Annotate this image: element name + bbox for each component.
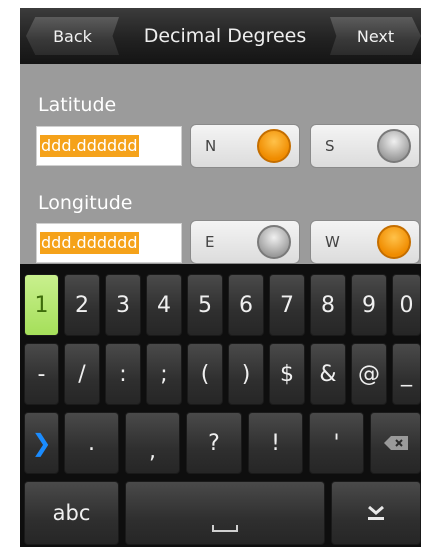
- next-button[interactable]: Next: [330, 17, 421, 55]
- key-apostrophe[interactable]: ': [309, 412, 364, 474]
- key-0[interactable]: 0: [392, 274, 421, 336]
- north-label: N: [205, 137, 217, 155]
- longitude-east-toggle[interactable]: E: [190, 220, 300, 264]
- east-label: E: [205, 233, 215, 251]
- key-2[interactable]: 2: [64, 274, 100, 336]
- key-exclamation[interactable]: !: [248, 412, 303, 474]
- key-7[interactable]: 7: [269, 274, 305, 336]
- key-period[interactable]: .: [64, 412, 119, 474]
- longitude-west-toggle[interactable]: W: [310, 220, 420, 264]
- key-8[interactable]: 8: [310, 274, 346, 336]
- page-title: Decimal Degrees: [143, 25, 307, 47]
- west-radio-indicator: [377, 225, 411, 259]
- device-screen: Back Decimal Degrees Next Latitude ddd.d…: [20, 8, 421, 547]
- key-9[interactable]: 9: [351, 274, 387, 336]
- longitude-input[interactable]: ddd.dddddd: [36, 223, 182, 263]
- key-dollar[interactable]: $: [269, 343, 305, 405]
- key-3[interactable]: 3: [105, 274, 141, 336]
- east-radio-indicator: [257, 225, 291, 259]
- key-5[interactable]: 5: [187, 274, 223, 336]
- coordinate-form: Latitude ddd.dddddd N S Longitude ddd.dd…: [20, 64, 421, 264]
- title-bar: Back Decimal Degrees Next: [20, 8, 421, 64]
- key-1[interactable]: 1: [24, 274, 59, 336]
- south-label: S: [325, 137, 335, 155]
- north-radio-indicator: [257, 129, 291, 163]
- hide-keyboard-key[interactable]: [331, 481, 421, 545]
- backspace-key[interactable]: [370, 412, 421, 474]
- latitude-north-toggle[interactable]: N: [190, 124, 300, 168]
- key-colon[interactable]: :: [105, 343, 141, 405]
- key-comma[interactable]: ,: [125, 412, 180, 474]
- longitude-value: ddd.dddddd: [40, 232, 139, 254]
- abc-key[interactable]: abc: [24, 481, 119, 545]
- space-key[interactable]: [125, 481, 325, 545]
- latitude-value: ddd.dddddd: [40, 135, 139, 157]
- key-semicolon[interactable]: ;: [146, 343, 182, 405]
- key-question[interactable]: ?: [186, 412, 242, 474]
- latitude-label: Latitude: [38, 94, 117, 116]
- longitude-label: Longitude: [38, 192, 133, 214]
- key-open-paren[interactable]: (: [187, 343, 223, 405]
- key-slash[interactable]: /: [64, 343, 100, 405]
- key-4[interactable]: 4: [146, 274, 182, 336]
- key-6[interactable]: 6: [228, 274, 264, 336]
- backspace-icon: [383, 436, 408, 450]
- tab-key[interactable]: ❯: [24, 412, 59, 474]
- on-screen-keyboard: 1 2 3 4 5 6 7 8 9 0 - / : ; ( ) $ & @ _ …: [20, 264, 421, 547]
- key-hyphen[interactable]: -: [24, 343, 59, 405]
- chevron-right-icon: ❯: [31, 429, 52, 457]
- space-bar-icon: [212, 525, 238, 532]
- key-underscore[interactable]: _: [392, 343, 421, 405]
- south-radio-indicator: [377, 129, 411, 163]
- key-ampersand[interactable]: &: [310, 343, 346, 405]
- hide-keyboard-icon: [368, 505, 384, 520]
- west-label: W: [325, 233, 340, 251]
- key-close-paren[interactable]: ): [228, 343, 264, 405]
- back-button[interactable]: Back: [26, 17, 119, 55]
- latitude-south-toggle[interactable]: S: [310, 124, 420, 168]
- key-at[interactable]: @: [351, 343, 387, 405]
- latitude-input[interactable]: ddd.dddddd: [36, 126, 182, 166]
